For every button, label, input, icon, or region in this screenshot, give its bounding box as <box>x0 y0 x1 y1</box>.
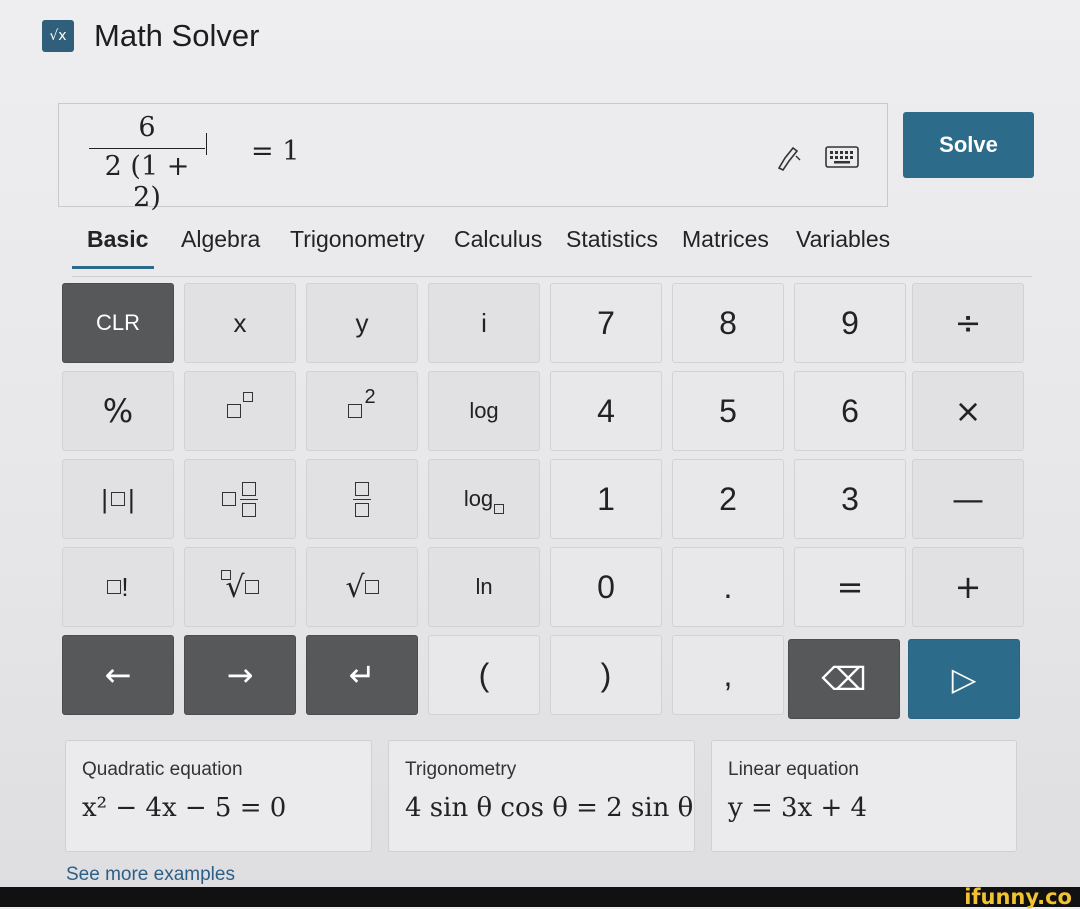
equals-key[interactable]: = <box>794 547 906 627</box>
example-label: Quadratic equation <box>82 759 243 780</box>
box-placeholder-icon <box>227 404 241 418</box>
digit-4-key[interactable]: 4 <box>550 371 662 451</box>
percent-key[interactable]: % <box>62 371 174 451</box>
box-placeholder-icon <box>222 492 236 506</box>
right-paren-key[interactable]: ) <box>550 635 662 715</box>
left-paren-key[interactable]: ( <box>428 635 540 715</box>
square-exponent: 2 <box>364 385 376 408</box>
example-label: Trigonometry <box>405 759 517 780</box>
root-index-box-icon <box>221 570 232 580</box>
send-key[interactable]: ▷ <box>908 639 1020 719</box>
radical-symbol: √ <box>345 569 365 605</box>
digit-1-key[interactable]: 1 <box>550 459 662 539</box>
see-more-examples-link[interactable]: See more examples <box>66 864 235 886</box>
imaginary-i-key[interactable]: i <box>428 283 540 363</box>
fraction: 6 2 (1 + 2) <box>87 112 207 213</box>
exponent-box-icon <box>243 392 253 402</box>
x-variable-key[interactable]: x <box>184 283 296 363</box>
plus-key[interactable]: + <box>912 547 1024 627</box>
example-formula: 4 sin θ cos θ = 2 sin θ <box>405 793 694 823</box>
box-placeholder-icon <box>244 580 259 594</box>
example-card-trigonometry[interactable]: Trigonometry 4 sin θ cos θ = 2 sin θ <box>388 740 695 852</box>
digit-5-key[interactable]: 5 <box>672 371 784 451</box>
divide-key[interactable]: ÷ <box>912 283 1024 363</box>
digit-7-key[interactable]: 7 <box>550 283 662 363</box>
factorial-symbol: ! <box>121 571 129 602</box>
digit-6-key[interactable]: 6 <box>794 371 906 451</box>
clear-button[interactable]: CLR <box>62 283 174 363</box>
abs-bar-right: | <box>128 483 135 514</box>
ln-key[interactable]: ln <box>428 547 540 627</box>
bottom-bar <box>0 887 1080 907</box>
minus-key[interactable]: — <box>912 459 1024 539</box>
fraction-icon <box>353 481 371 517</box>
equation-input[interactable]: 6 2 (1 + 2) = 1 <box>58 103 888 213</box>
text-cursor <box>206 133 207 155</box>
absolute-value-key[interactable]: | | <box>62 459 174 539</box>
tab-statistics[interactable]: Statistics <box>566 226 658 253</box>
box-placeholder-icon <box>107 580 122 594</box>
left-arrow-key[interactable]: ← <box>62 635 174 715</box>
square-root-key[interactable]: √ <box>306 547 418 627</box>
watermark-logo: ifunny.co <box>964 885 1072 909</box>
subscript-box-icon <box>494 504 505 514</box>
y-variable-key[interactable]: y <box>306 283 418 363</box>
digit-2-key[interactable]: 2 <box>672 459 784 539</box>
digit-8-key[interactable]: 8 <box>672 283 784 363</box>
decimal-point-key[interactable]: . <box>672 547 784 627</box>
factorial-key[interactable]: ! <box>62 547 174 627</box>
tab-basic[interactable]: Basic <box>87 226 148 253</box>
equation-rhs: = 1 <box>251 136 300 167</box>
example-card-linear[interactable]: Linear equation y = 3x + 4 <box>711 740 1017 852</box>
example-label: Linear equation <box>728 759 859 780</box>
tab-algebra[interactable]: Algebra <box>181 226 260 253</box>
box-placeholder-icon <box>348 404 363 418</box>
tab-matrices[interactable]: Matrices <box>682 226 769 253</box>
abs-bar-left: | <box>101 483 108 514</box>
digit-0-key[interactable]: 0 <box>550 547 662 627</box>
tab-bar: Basic Algebra Trigonometry Calculus Stat… <box>72 222 1032 269</box>
keypad: CLR x y i 7 8 9 ÷ % 2 log 4 5 6 × | | log… <box>62 283 1024 719</box>
power-key[interactable] <box>184 371 296 451</box>
keyboard-icon[interactable] <box>825 146 859 168</box>
tab-variables[interactable]: Variables <box>796 226 890 253</box>
fraction-numerator: 6 <box>138 112 156 143</box>
pen-icon[interactable] <box>775 144 803 172</box>
tabs-divider <box>72 276 1032 277</box>
log-base-label: log <box>463 486 494 511</box>
digit-9-key[interactable]: 9 <box>794 283 906 363</box>
backspace-key[interactable]: ⌫ <box>788 639 900 719</box>
tab-calculus[interactable]: Calculus <box>454 226 542 253</box>
fraction-icon <box>240 481 258 517</box>
app-icon: √x <box>42 20 74 52</box>
example-card-quadratic[interactable]: Quadratic equation x² − 4x − 5 = 0 <box>65 740 372 852</box>
comma-key[interactable]: , <box>672 635 784 715</box>
square-key[interactable]: 2 <box>306 371 418 451</box>
box-placeholder-icon <box>364 580 379 594</box>
nth-root-key[interactable]: √ <box>184 547 296 627</box>
example-formula: y = 3x + 4 <box>728 793 868 823</box>
multiply-key[interactable]: × <box>912 371 1024 451</box>
example-formula: x² − 4x − 5 = 0 <box>82 793 287 823</box>
box-placeholder-icon <box>111 492 125 506</box>
digit-3-key[interactable]: 3 <box>794 459 906 539</box>
fraction-denominator: 2 (1 + 2) <box>104 151 190 213</box>
mixed-fraction-key[interactable] <box>184 459 296 539</box>
log-base-key[interactable]: log <box>428 459 540 539</box>
tab-trigonometry[interactable]: Trigonometry <box>290 226 425 253</box>
app-title: Math Solver <box>94 18 260 53</box>
solve-button[interactable]: Solve <box>903 112 1034 178</box>
log-key[interactable]: log <box>428 371 540 451</box>
enter-key[interactable]: ↵ <box>306 635 418 715</box>
fraction-key[interactable] <box>306 459 418 539</box>
right-arrow-key[interactable]: → <box>184 635 296 715</box>
active-tab-indicator <box>72 266 154 269</box>
